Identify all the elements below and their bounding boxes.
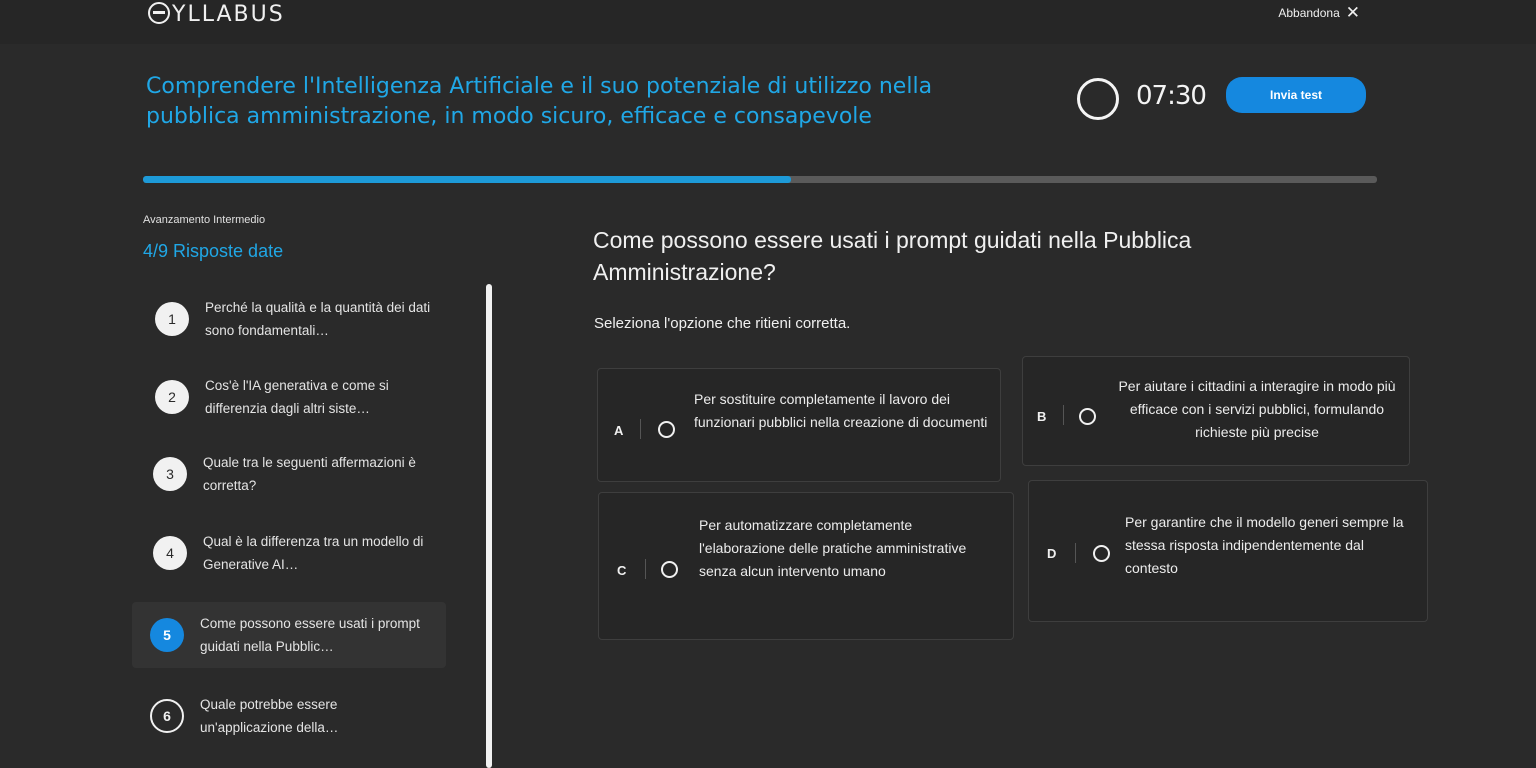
question-item-text: Perché la qualità e la quantità dei dati… xyxy=(205,300,431,338)
close-icon: ✕ xyxy=(1345,3,1360,22)
question-number-badge: 3 xyxy=(153,457,187,491)
question-item-2[interactable]: 2 Cos'è l'IA generativa e come si differ… xyxy=(155,374,435,420)
option-letter: A xyxy=(614,423,624,438)
logo-mark-icon xyxy=(148,2,170,24)
submit-test-button[interactable]: Invia test xyxy=(1226,77,1366,113)
timer-ring-icon xyxy=(1077,78,1119,120)
option-text: Per aiutare i cittadini a interagire in … xyxy=(1118,378,1396,440)
sidebar-scrollbar[interactable] xyxy=(486,284,492,768)
radio-icon[interactable] xyxy=(1093,545,1110,562)
option-divider xyxy=(1075,543,1076,563)
question-number-badge: 2 xyxy=(155,380,189,414)
question-number-badge: 1 xyxy=(155,302,189,336)
option-a[interactable]: A Per sostituire completamente il lavoro… xyxy=(597,368,1001,482)
progress-bar xyxy=(143,176,1377,183)
radio-icon[interactable] xyxy=(1079,408,1096,425)
syllabus-logo[interactable]: YLLABUS xyxy=(148,2,285,27)
option-text: Per automatizzare completamente l'elabor… xyxy=(699,517,967,579)
answered-count: 4/9 Risposte date xyxy=(143,241,284,261)
option-c[interactable]: C Per automatizzare completamente l'elab… xyxy=(598,492,1014,640)
question-item-text: Quale tra le seguenti affermazioni è cor… xyxy=(203,455,416,493)
question-item-text: Cos'è l'IA generativa e come si differen… xyxy=(205,378,389,416)
timer-value: 07:30 xyxy=(1136,81,1207,111)
top-bar: YLLABUS Abbandona ✕ xyxy=(0,0,1536,44)
abandon-label: Abbandona xyxy=(1278,6,1340,20)
question-item-text: Come possono essere usati i prompt guida… xyxy=(200,616,420,654)
question-item-text: Quale potrebbe essere un'applicazione de… xyxy=(200,697,339,735)
option-d[interactable]: D Per garantire che il modello generi se… xyxy=(1028,480,1428,622)
option-text: Per sostituire completamente il lavoro d… xyxy=(694,391,988,430)
question-item-4[interactable]: 4 Qual è la differenza tra un modello di… xyxy=(153,530,433,576)
question-number-badge: 6 xyxy=(150,699,184,733)
option-letter: D xyxy=(1047,546,1057,561)
question-number-badge: 4 xyxy=(153,536,187,570)
option-divider xyxy=(1063,405,1064,425)
option-divider xyxy=(645,559,646,579)
progress-level-label: Avanzamento Intermedio xyxy=(143,214,266,226)
option-b[interactable]: B Per aiutare i cittadini a interagire i… xyxy=(1022,356,1410,466)
progress-fill xyxy=(143,176,791,183)
option-letter: B xyxy=(1037,409,1047,424)
question-item-1[interactable]: 1 Perché la qualità e la quantità dei da… xyxy=(155,296,435,342)
option-text: Per garantire che il modello generi semp… xyxy=(1125,514,1404,576)
question-item-5[interactable]: 5 Come possono essere usati i prompt gui… xyxy=(132,602,446,668)
question-item-text: Qual è la differenza tra un modello di G… xyxy=(203,534,424,572)
question-title: Come possono essere usati i prompt guida… xyxy=(593,227,1192,285)
abandon-button[interactable]: Abbandona ✕ xyxy=(1278,3,1360,22)
question-item-6[interactable]: 6 Quale potrebbe essere un'applicazione … xyxy=(150,693,430,739)
question-instruction: Seleziona l'opzione che ritieni corretta… xyxy=(594,315,851,332)
option-letter: C xyxy=(617,563,627,578)
logo-text: YLLABUS xyxy=(172,2,285,27)
question-item-3[interactable]: 3 Quale tra le seguenti affermazioni è c… xyxy=(153,451,433,497)
question-number-badge: 5 xyxy=(150,618,184,652)
radio-icon[interactable] xyxy=(658,421,675,438)
course-title: Comprendere l'Intelligenza Artificiale e… xyxy=(146,74,933,129)
option-divider xyxy=(640,419,641,439)
radio-icon[interactable] xyxy=(661,561,678,578)
